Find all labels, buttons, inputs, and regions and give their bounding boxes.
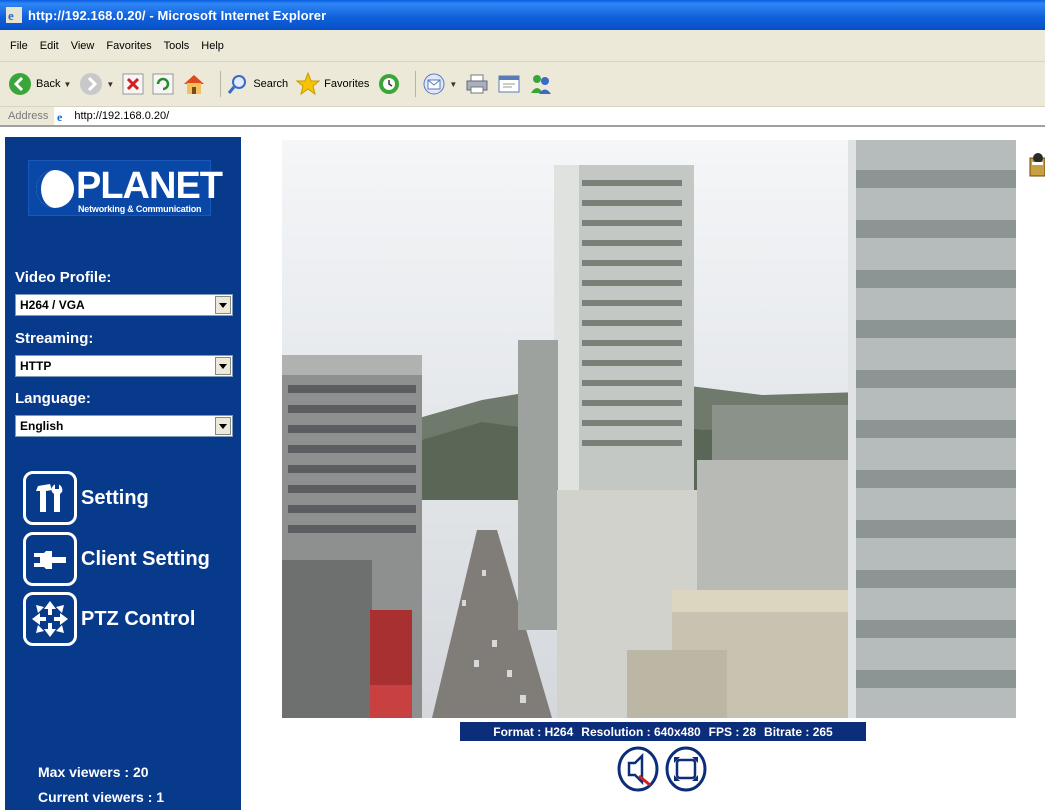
fullscreen-button[interactable] (665, 746, 707, 792)
chevron-down-icon: ▼ (449, 79, 458, 89)
format-text: Format : H264 (493, 724, 574, 739)
audio-mute-button[interactable] (617, 746, 659, 792)
back-button[interactable]: Back ▼ (8, 69, 71, 99)
streaming-value: HTTP (20, 359, 52, 373)
city-scene-image (282, 140, 1016, 718)
ie-logo-icon: e (6, 7, 22, 23)
back-arrow-icon (9, 73, 31, 95)
menu-bar: File Edit View Favorites Tools Help (0, 30, 1045, 62)
address-label: Address (8, 110, 49, 122)
max-viewers-text: Max viewers : 20 (38, 764, 149, 780)
edit-page-icon (498, 75, 520, 93)
wrench-icon (23, 532, 77, 586)
video-profile-value: H264 / VGA (20, 298, 85, 312)
menu-tools[interactable]: Tools (164, 40, 190, 52)
fps-text: FPS : 28 (708, 724, 757, 739)
chevron-down-icon: ▼ (63, 79, 72, 89)
search-icon (228, 75, 247, 94)
speaker-muted-icon (617, 746, 659, 792)
live-video-feed[interactable] (282, 140, 1016, 718)
client-setting-label: Client Setting (81, 547, 210, 570)
browser-toolbar: Back ▼ ▼ Search Favorites ▼ (0, 62, 1045, 107)
planet-logo: PLANET Networking & Communication (28, 160, 223, 216)
language-value: English (20, 419, 64, 433)
mail-button[interactable]: ▼ (422, 69, 457, 99)
ptz-control-link[interactable]: PTZ Control (23, 592, 195, 646)
language-label: Language: (15, 390, 91, 407)
search-button[interactable]: Search (227, 69, 288, 99)
client-setting-link[interactable]: Client Setting (23, 532, 210, 586)
ptz-control-label: PTZ Control (81, 607, 196, 630)
edit-button[interactable] (497, 69, 521, 99)
setting-label: Setting (81, 486, 149, 509)
resolution-text: Resolution : 640x480 (581, 724, 701, 739)
menu-view[interactable]: View (71, 40, 95, 52)
window-titlebar: e http://192.168.0.20/ - Microsoft Inter… (0, 0, 1045, 30)
stop-button[interactable] (122, 69, 144, 99)
history-button[interactable] (377, 69, 401, 99)
home-icon (184, 75, 205, 94)
chevron-down-icon: ▼ (106, 79, 115, 89)
history-icon (379, 74, 400, 94)
mail-icon (423, 73, 445, 95)
video-info-bar: Format : H264 Resolution : 640x480 FPS :… (460, 722, 866, 741)
svg-text:e: e (57, 110, 63, 123)
menu-help[interactable]: Help (201, 40, 224, 52)
toolbar-separator (220, 71, 222, 97)
video-profile-label: Video Profile: (15, 269, 112, 286)
brand-name: PLANET (76, 165, 223, 207)
language-select[interactable]: English (15, 415, 233, 437)
video-profile-select[interactable]: H264 / VGA (15, 294, 233, 316)
search-label: Search (253, 78, 289, 90)
stop-icon (122, 73, 144, 95)
snapshot-icon[interactable] (1028, 148, 1045, 182)
favorites-label: Favorites (324, 78, 370, 90)
address-bar: Address e http://192.168.0.20/ (0, 107, 1045, 127)
chevron-down-icon[interactable] (215, 417, 231, 435)
menu-file[interactable]: File (10, 40, 28, 52)
chevron-down-icon[interactable] (215, 296, 231, 314)
address-value: http://192.168.0.20/ (74, 110, 170, 122)
messenger-icon (531, 75, 552, 94)
window-title: http://192.168.0.20/ - Microsoft Interne… (28, 7, 327, 23)
planet-logo-icon (36, 170, 74, 208)
current-viewers-text: Current viewers : 1 (38, 789, 165, 805)
menu-edit[interactable]: Edit (40, 40, 59, 52)
chevron-down-icon[interactable] (215, 357, 231, 375)
address-input[interactable]: e http://192.168.0.20/ (54, 107, 1045, 125)
ptz-arrows-icon (23, 592, 77, 646)
bitrate-text: Bitrate : 265 (764, 724, 833, 739)
favorites-button[interactable]: Favorites (296, 69, 369, 99)
forward-arrow-icon (80, 73, 103, 95)
streaming-select[interactable]: HTTP (15, 355, 233, 377)
fullscreen-icon (665, 746, 707, 792)
forward-button[interactable]: ▼ (79, 69, 114, 99)
toolbar-separator (415, 71, 417, 97)
star-icon (296, 72, 321, 96)
tools-icon (23, 471, 77, 525)
printer-icon (466, 74, 488, 94)
messenger-button[interactable] (529, 69, 553, 99)
menu-favorites[interactable]: Favorites (106, 40, 151, 52)
print-button[interactable] (465, 69, 489, 99)
sidebar-panel: PLANET Networking & Communication Video … (5, 137, 241, 810)
page-icon: e (56, 109, 71, 123)
brand-tagline: Networking & Communication (78, 204, 202, 214)
refresh-button[interactable] (152, 69, 174, 99)
home-button[interactable] (182, 69, 206, 99)
back-label: Back (36, 78, 61, 90)
streaming-label: Streaming: (15, 330, 94, 347)
svg-text:e: e (8, 8, 14, 23)
setting-link[interactable]: Setting (23, 471, 149, 525)
refresh-icon (152, 73, 174, 95)
